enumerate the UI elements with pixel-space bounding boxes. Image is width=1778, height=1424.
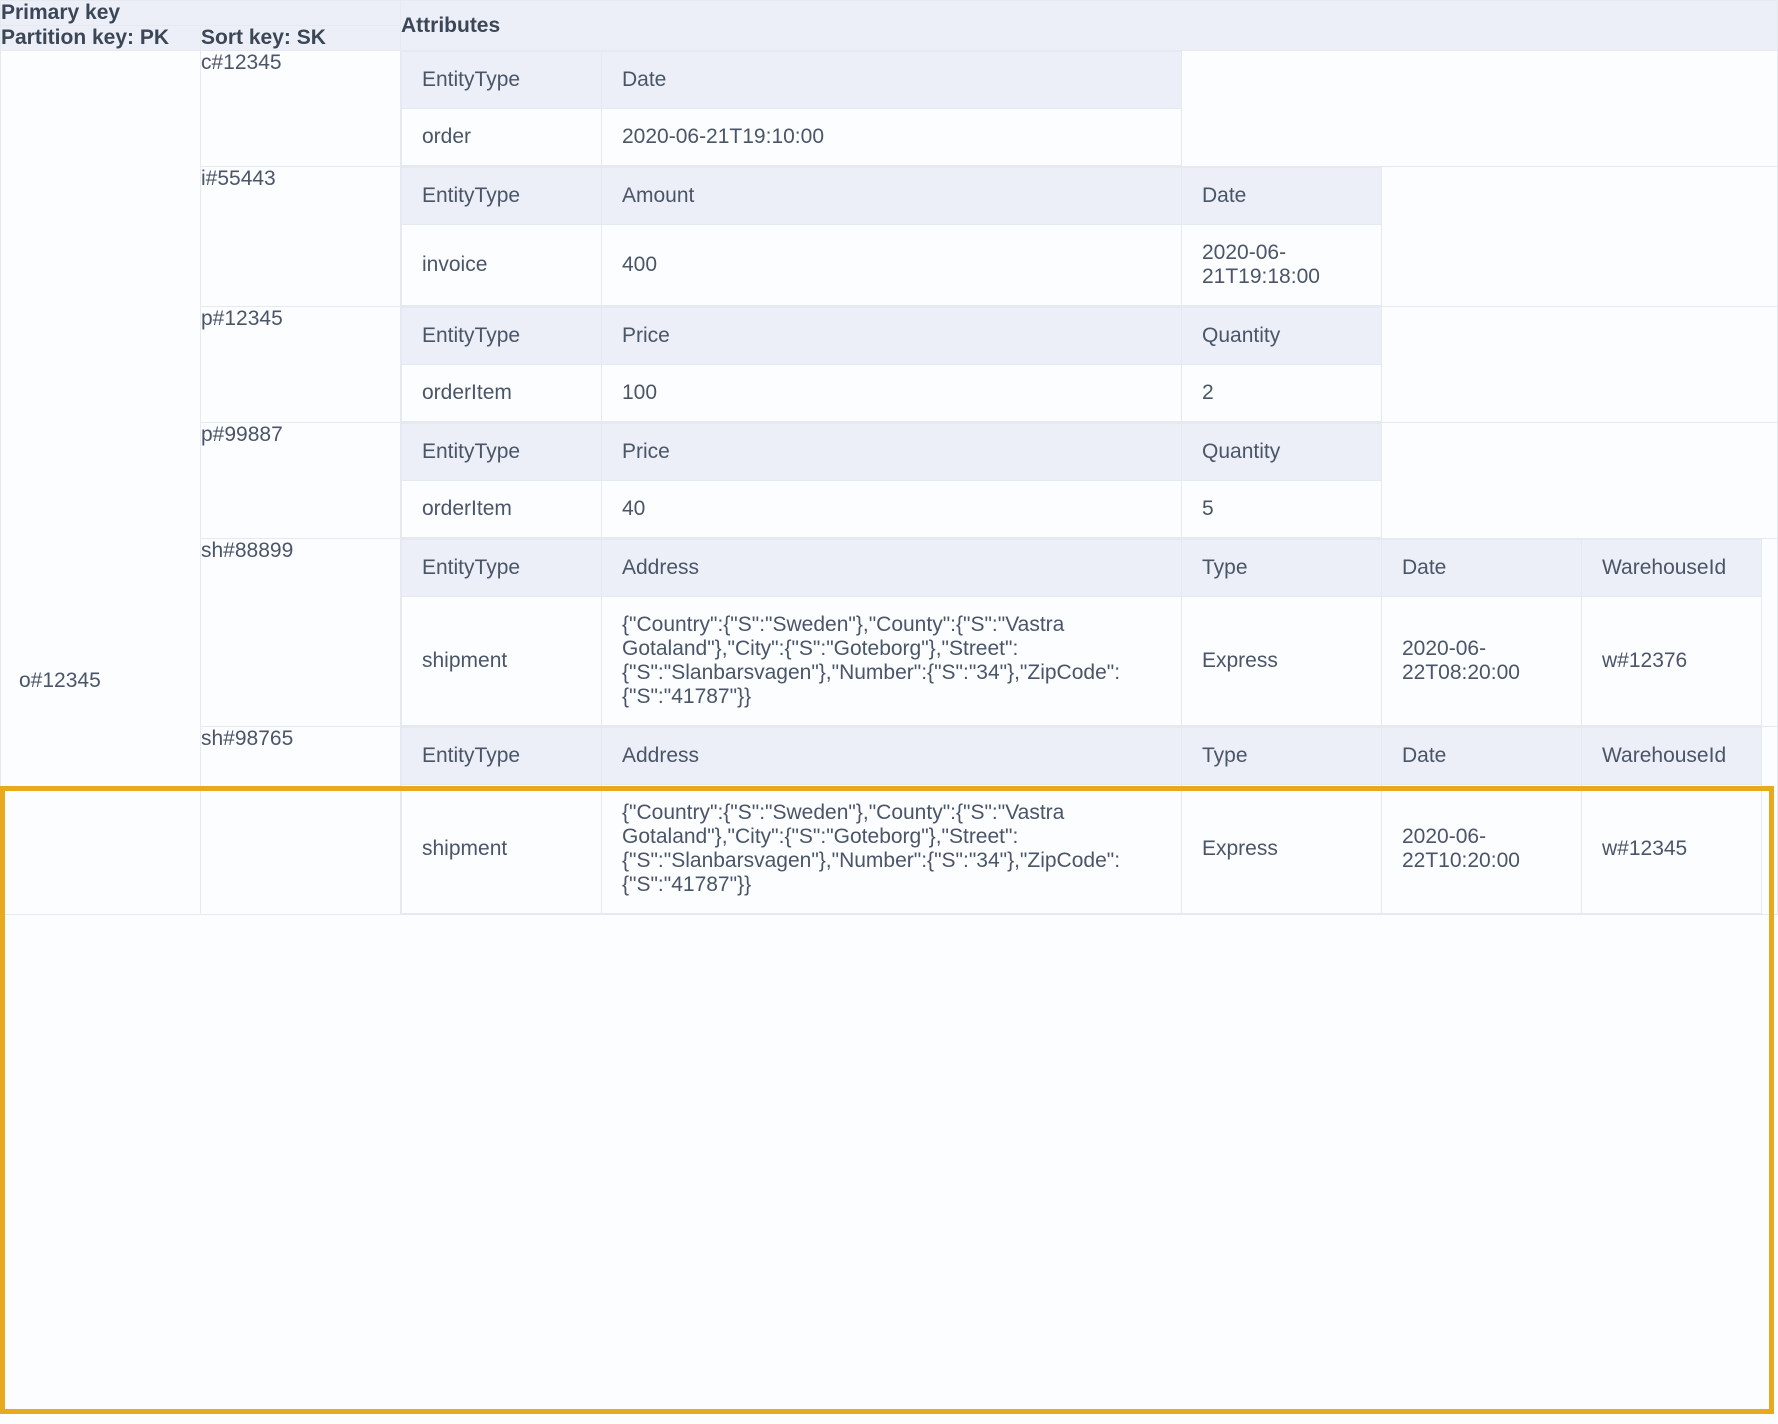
attr-header: EntityType xyxy=(402,540,602,597)
attr-value: Express xyxy=(1182,597,1382,726)
attr-value: shipment xyxy=(402,785,602,914)
attr-header: Price xyxy=(602,308,1182,365)
attr-value: 400 xyxy=(602,225,1182,306)
attributes-inner-table: EntityType Price Quantity orderItem 40 5 xyxy=(401,423,1382,538)
attr-value: 2020-06-21T19:10:00 xyxy=(602,109,1182,166)
attributes-inner-table: EntityType Price Quantity orderItem 100 … xyxy=(401,307,1382,422)
attr-value: w#12376 xyxy=(1582,597,1762,726)
attr-header: WarehouseId xyxy=(1582,540,1762,597)
cell-attributes: EntityType Date order 2020-06-21T19:10:0… xyxy=(401,51,1778,167)
attr-header: EntityType xyxy=(402,728,602,785)
header-sort-key: Sort key: SK xyxy=(201,26,401,51)
cell-sort-key: p#99887 xyxy=(201,423,401,539)
cell-sort-key: sh#88899 xyxy=(201,539,401,727)
partition-key-value: o#12345 xyxy=(19,669,189,693)
attr-header: Date xyxy=(602,52,1182,109)
attr-value: 100 xyxy=(602,365,1182,422)
attributes-inner-table: EntityType Date order 2020-06-21T19:10:0… xyxy=(401,51,1182,166)
attr-value: {"Country":{"S":"Sweden"},"County":{"S":… xyxy=(602,597,1182,726)
attr-header: EntityType xyxy=(402,308,602,365)
attr-value: orderItem xyxy=(402,365,602,422)
table-row: sh#88899 EntityType Address Type Date Wa… xyxy=(1,539,1778,727)
cell-sort-key: c#12345 xyxy=(201,51,401,167)
header-attributes: Attributes xyxy=(401,1,1778,51)
attr-value: Express xyxy=(1182,785,1382,914)
attr-header: Type xyxy=(1182,728,1382,785)
cell-partition-key: o#12345 xyxy=(1,51,201,915)
attr-value: orderItem xyxy=(402,481,602,538)
attr-value: {"Country":{"S":"Sweden"},"County":{"S":… xyxy=(602,785,1182,914)
table-row: p#12345 EntityType Price Quantity orderI… xyxy=(1,307,1778,423)
attr-header: Amount xyxy=(602,168,1182,225)
items-table: Primary key Attributes Partition key: PK… xyxy=(0,0,1778,915)
cell-attributes: EntityType Address Type Date WarehouseId… xyxy=(401,727,1778,915)
table-row: sh#98765 EntityType Address Type Date Wa… xyxy=(1,727,1778,915)
attr-header: Date xyxy=(1382,728,1582,785)
table-wrapper: Primary key Attributes Partition key: PK… xyxy=(0,0,1778,915)
cell-attributes: EntityType Amount Date invoice 400 2020-… xyxy=(401,167,1778,307)
cell-attributes: EntityType Price Quantity orderItem 100 … xyxy=(401,307,1778,423)
attr-header: Quantity xyxy=(1182,424,1382,481)
attr-value: shipment xyxy=(402,597,602,726)
table-row: p#99887 EntityType Price Quantity orderI… xyxy=(1,423,1778,539)
attr-header: Date xyxy=(1182,168,1382,225)
attr-header: Address xyxy=(602,728,1182,785)
attr-header: EntityType xyxy=(402,168,602,225)
table-row: i#55443 EntityType Amount Date invoice 4… xyxy=(1,167,1778,307)
attributes-inner-table: EntityType Amount Date invoice 400 2020-… xyxy=(401,167,1382,306)
attr-value: 2020-06-22T08:20:00 xyxy=(1382,597,1582,726)
attr-value: 2020-06-22T10:20:00 xyxy=(1382,785,1582,914)
attr-value: 2 xyxy=(1182,365,1382,422)
attr-header: EntityType xyxy=(402,424,602,481)
attr-header: Quantity xyxy=(1182,308,1382,365)
attr-value: 2020-06-21T19:18:00 xyxy=(1182,225,1382,306)
cell-attributes: EntityType Price Quantity orderItem 40 5 xyxy=(401,423,1778,539)
attr-value: w#12345 xyxy=(1582,785,1762,914)
cell-attributes: EntityType Address Type Date WarehouseId… xyxy=(401,539,1778,727)
attributes-inner-table: EntityType Address Type Date WarehouseId… xyxy=(401,539,1762,726)
attr-header: Address xyxy=(602,540,1182,597)
attr-header: EntityType xyxy=(402,52,602,109)
attr-header: Date xyxy=(1382,540,1582,597)
header-primary-key: Primary key xyxy=(1,1,401,26)
attr-header: Price xyxy=(602,424,1182,481)
attr-value: 40 xyxy=(602,481,1182,538)
attr-header: WarehouseId xyxy=(1582,728,1762,785)
attr-value: order xyxy=(402,109,602,166)
table-row: o#12345 c#12345 EntityType Date order 20… xyxy=(1,51,1778,167)
attributes-inner-table: EntityType Address Type Date WarehouseId… xyxy=(401,727,1762,914)
attr-header: Type xyxy=(1182,540,1382,597)
cell-sort-key: p#12345 xyxy=(201,307,401,423)
cell-sort-key: sh#98765 xyxy=(201,727,401,915)
header-partition-key: Partition key: PK xyxy=(1,26,201,51)
attr-value: invoice xyxy=(402,225,602,306)
attr-value: 5 xyxy=(1182,481,1382,538)
cell-sort-key: i#55443 xyxy=(201,167,401,307)
